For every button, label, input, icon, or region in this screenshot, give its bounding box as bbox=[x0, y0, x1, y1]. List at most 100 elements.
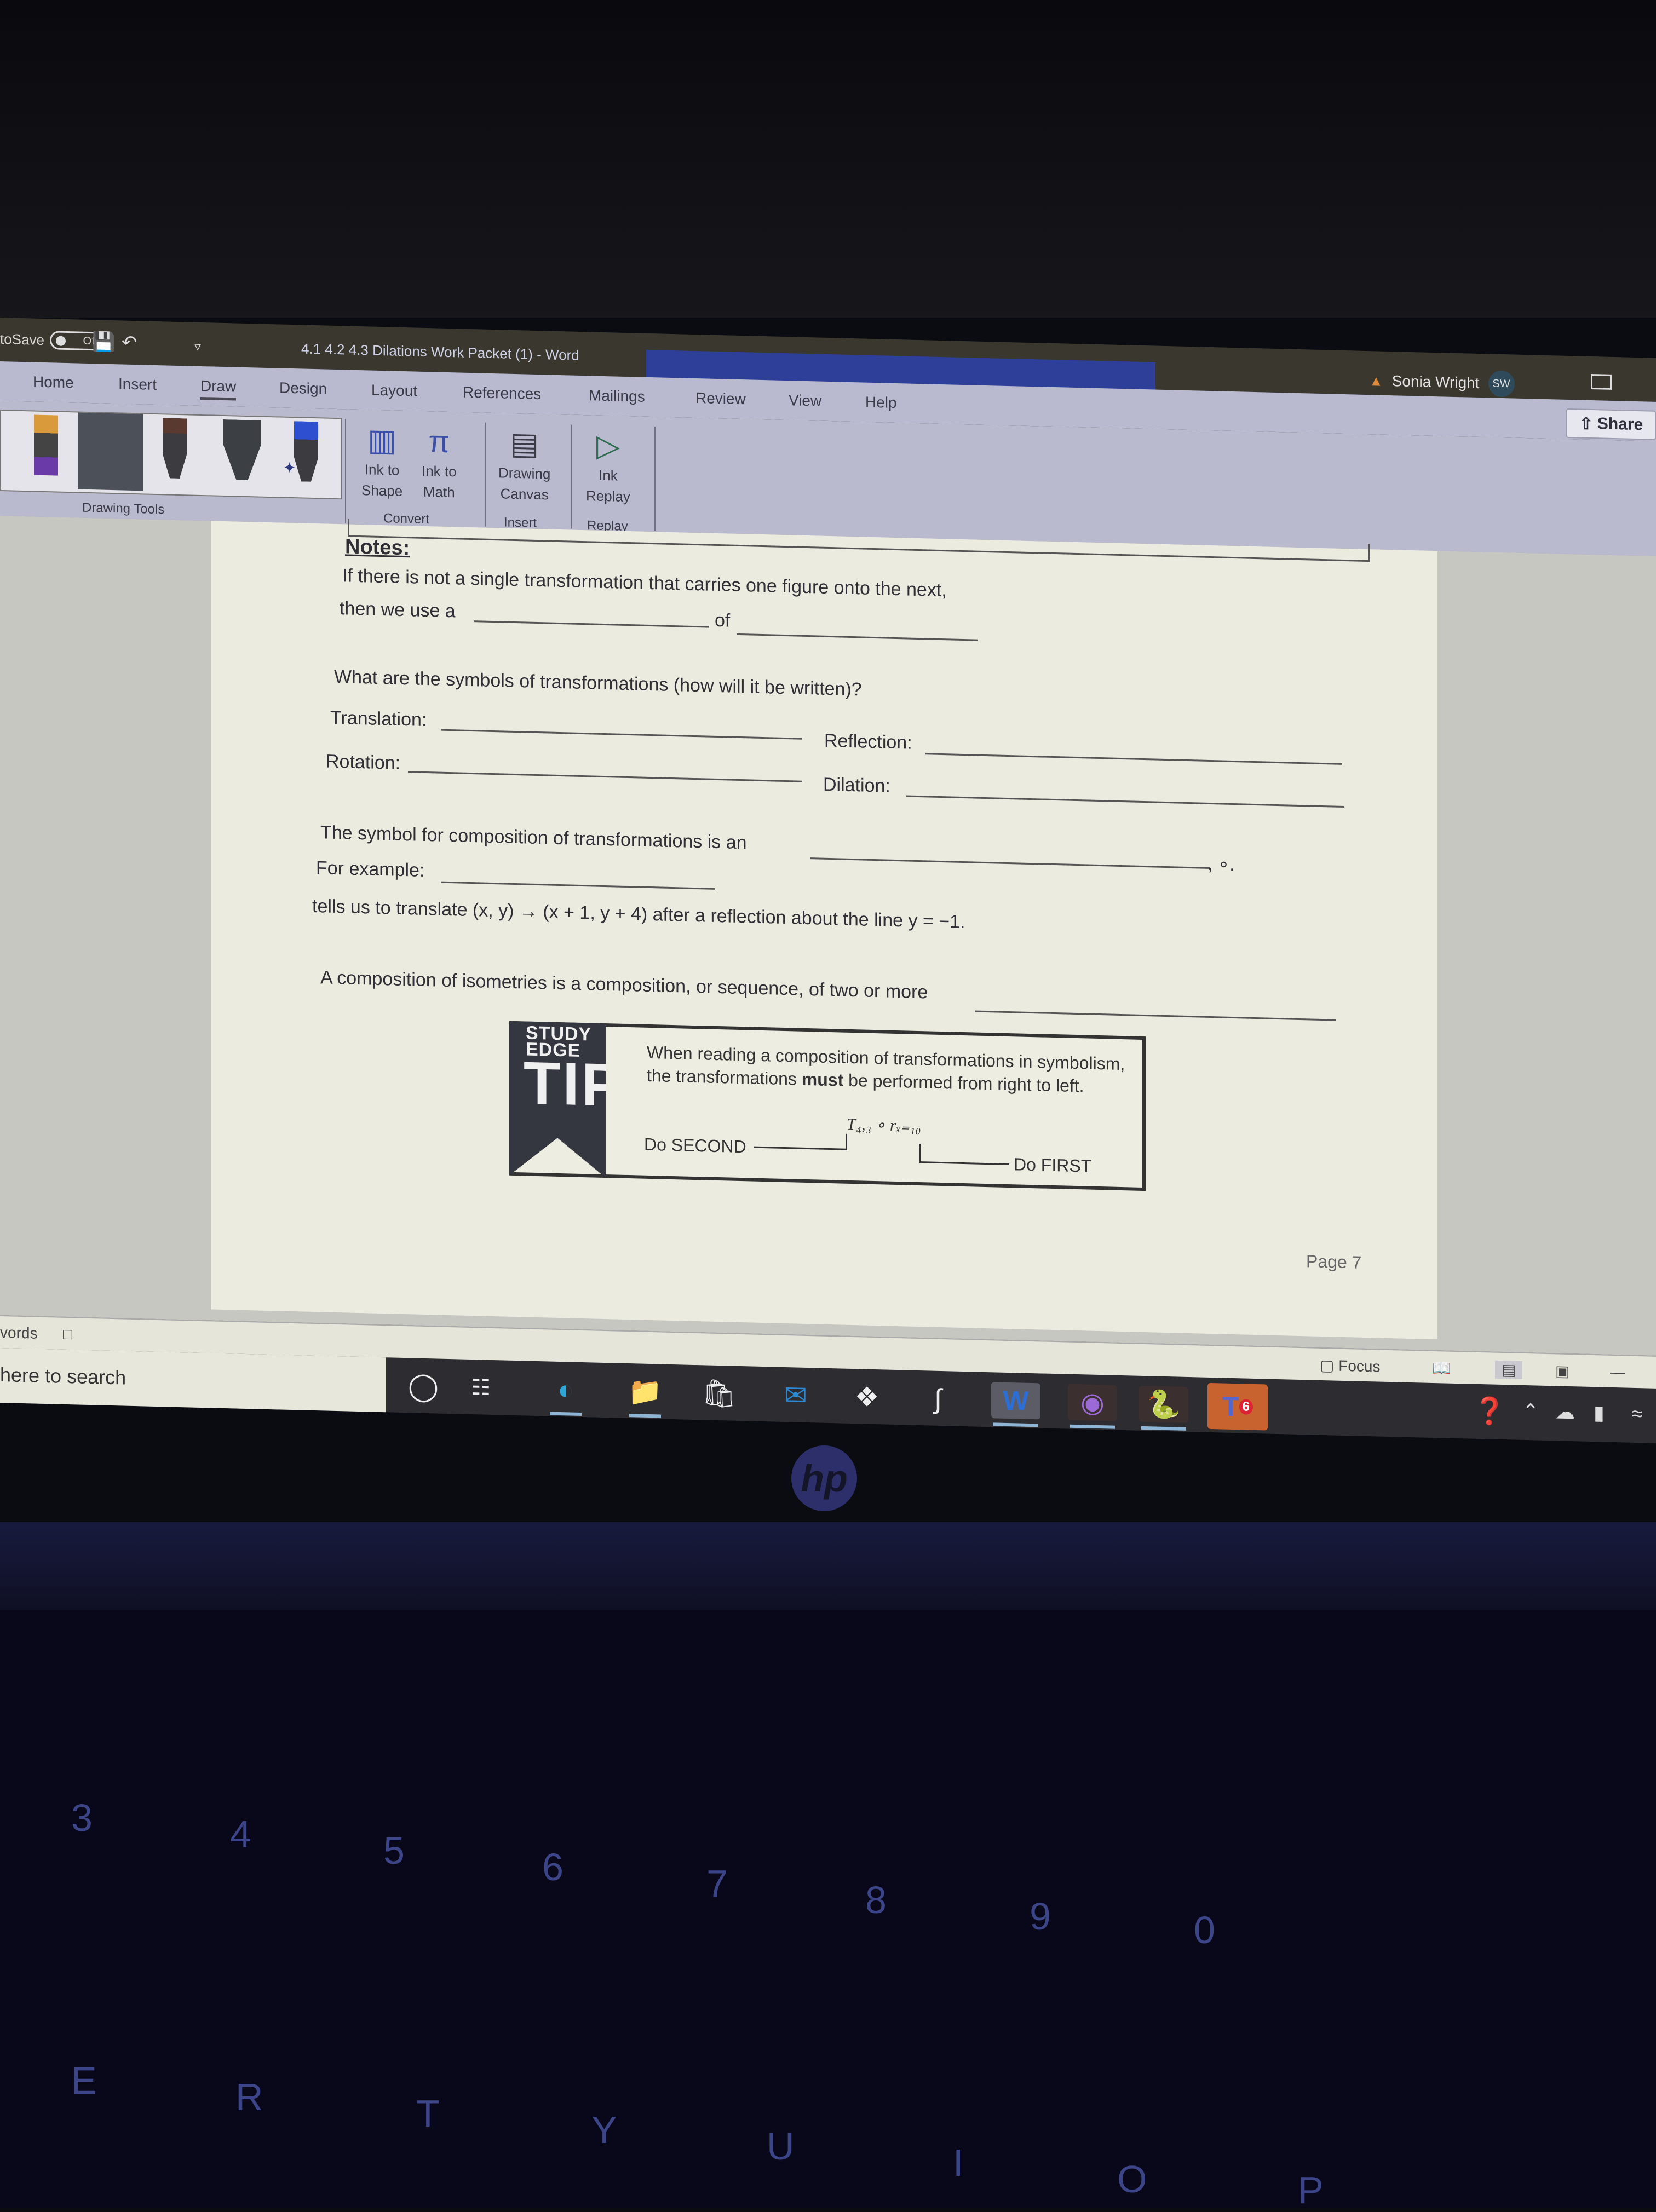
key[interactable]: E bbox=[71, 2059, 97, 2102]
key[interactable]: 5 bbox=[383, 1829, 405, 1873]
user-account[interactable]: ▲ Sonia Wright SW bbox=[1369, 367, 1515, 398]
laptop-hinge bbox=[0, 1522, 1656, 1610]
group-separator bbox=[571, 424, 572, 529]
blank-line[interactable] bbox=[474, 620, 709, 628]
key[interactable]: U bbox=[767, 2124, 795, 2168]
zoom-slider[interactable]: — bbox=[1610, 1363, 1625, 1381]
key[interactable]: 0 bbox=[1194, 1908, 1215, 1952]
word-count[interactable]: vords bbox=[0, 1324, 37, 1343]
group-separator bbox=[485, 422, 486, 527]
cortana-icon[interactable]: ◯ bbox=[405, 1368, 441, 1405]
button-label: Canvas bbox=[500, 485, 549, 503]
ink-replay-button[interactable]: ▷ Ink Replay bbox=[586, 426, 630, 507]
task-view-icon[interactable]: ☷ bbox=[463, 1369, 499, 1407]
pen-brown[interactable] bbox=[163, 418, 187, 479]
key[interactable]: I bbox=[953, 2141, 963, 2185]
teams-icon[interactable]: T6 bbox=[1208, 1382, 1268, 1431]
pencil-selected[interactable] bbox=[78, 412, 143, 491]
customize-toolbar-icon[interactable]: ▿ bbox=[194, 339, 201, 355]
edge-icon[interactable]: ◐ bbox=[548, 1371, 584, 1408]
tip-text: When reading a composition of transforma… bbox=[647, 1041, 1129, 1099]
proofing-icon[interactable]: □ bbox=[63, 1326, 72, 1343]
key[interactable]: R bbox=[235, 2075, 263, 2119]
key[interactable]: 9 bbox=[1030, 1894, 1051, 1938]
battery-icon[interactable]: ▮ bbox=[1594, 1401, 1605, 1424]
taskbar-search[interactable]: here to search bbox=[0, 1348, 386, 1413]
web-layout-icon[interactable]: ▣ bbox=[1555, 1362, 1569, 1380]
key[interactable]: 4 bbox=[230, 1812, 251, 1856]
blank-line[interactable] bbox=[737, 633, 978, 641]
key[interactable]: 7 bbox=[706, 1862, 728, 1905]
key[interactable]: Y bbox=[591, 2108, 617, 2152]
tab-insert[interactable]: Insert bbox=[118, 375, 157, 394]
tip-text-part: be performed from right to left. bbox=[843, 1070, 1084, 1096]
store-icon[interactable]: 🛍 bbox=[701, 1375, 737, 1412]
key[interactable]: 6 bbox=[542, 1845, 564, 1889]
share-button[interactable]: ⇧ Share bbox=[1566, 408, 1656, 440]
undo-icon[interactable]: ↶ bbox=[122, 331, 137, 354]
ribbon-display-options-icon[interactable] bbox=[1591, 373, 1612, 390]
document-page[interactable]: Notes: If there is not a single transfor… bbox=[211, 519, 1438, 1340]
save-icon[interactable]: 💾 bbox=[92, 331, 115, 353]
tab-view[interactable]: View bbox=[789, 391, 821, 410]
tab-home[interactable]: Home bbox=[33, 373, 74, 391]
wifi-icon[interactable]: ≈ bbox=[1632, 1402, 1643, 1425]
pen-black[interactable] bbox=[223, 419, 261, 481]
onedrive-icon[interactable]: ☁ bbox=[1555, 1400, 1575, 1424]
key[interactable]: 3 bbox=[71, 1796, 93, 1840]
key[interactable]: P bbox=[1298, 2168, 1324, 2212]
tab-help[interactable]: Help bbox=[865, 394, 897, 412]
pen-galaxy[interactable] bbox=[294, 421, 318, 482]
button-label: Shape bbox=[361, 482, 403, 499]
ink-to-shape-button[interactable]: ▥ Ink to Shape bbox=[361, 420, 403, 502]
key[interactable]: O bbox=[1117, 2157, 1147, 2201]
symbol-sentence-end: , ∘. bbox=[1208, 853, 1235, 875]
show-hidden-icons[interactable]: ⌃ bbox=[1522, 1399, 1539, 1423]
example-label: For example: bbox=[316, 857, 425, 881]
translation-label: Translation: bbox=[330, 707, 427, 731]
avatar[interactable]: SW bbox=[1488, 370, 1515, 398]
app-s-icon[interactable]: ∫ bbox=[920, 1380, 956, 1418]
tab-draw[interactable]: Draw bbox=[200, 377, 237, 401]
focus-mode-button[interactable]: ▢ Focus bbox=[1320, 1356, 1380, 1376]
dilation-label: Dilation: bbox=[823, 774, 890, 797]
group-separator bbox=[345, 419, 346, 523]
isometries-blank[interactable] bbox=[975, 1010, 1336, 1021]
help-icon[interactable]: ❓ bbox=[1473, 1395, 1506, 1427]
share-label: Share bbox=[1597, 414, 1643, 434]
tab-references[interactable]: References bbox=[463, 384, 541, 403]
key[interactable]: T bbox=[416, 2092, 440, 2135]
key[interactable]: 8 bbox=[865, 1878, 887, 1922]
tab-layout[interactable]: Layout bbox=[371, 382, 417, 400]
translation-blank[interactable] bbox=[441, 729, 802, 740]
document-area: Notes: If there is not a single transfor… bbox=[0, 516, 1656, 1356]
dilation-blank[interactable] bbox=[906, 795, 1344, 808]
read-mode-icon[interactable]: 📖 bbox=[1432, 1359, 1451, 1378]
highlighter-pen-1[interactable] bbox=[34, 414, 58, 476]
word-icon[interactable]: W bbox=[991, 1382, 1040, 1420]
tab-design[interactable]: Design bbox=[279, 379, 327, 398]
app-purple-icon[interactable]: ◉ bbox=[1068, 1384, 1117, 1421]
python-icon[interactable]: 🐍 bbox=[1139, 1385, 1188, 1424]
ink-to-math-button[interactable]: π Ink to Math bbox=[422, 422, 457, 503]
notes-line-1: If there is not a single transformation … bbox=[342, 565, 947, 601]
rotation-blank[interactable] bbox=[408, 771, 802, 782]
laptop-keyboard: 3 4 5 6 7 8 9 0 E R T Y U I O P bbox=[0, 1610, 1656, 2211]
arrow-connector bbox=[919, 1144, 921, 1163]
reflection-blank[interactable] bbox=[925, 753, 1342, 765]
symbol-blank[interactable] bbox=[810, 857, 1210, 869]
monitor-bezel bbox=[0, 0, 1656, 318]
drawing-canvas-button[interactable]: ▤ Drawing Canvas bbox=[498, 424, 550, 505]
tab-mailings[interactable]: Mailings bbox=[589, 387, 645, 406]
study-edge-tip-box: STUDY EDGE TIP When reading a composition… bbox=[509, 1021, 1146, 1191]
tab-review[interactable]: Review bbox=[695, 389, 746, 408]
example-blank[interactable] bbox=[441, 881, 715, 890]
autosave-control[interactable]: toSave Off bbox=[0, 330, 105, 351]
reflection-label: Reflection: bbox=[824, 730, 912, 753]
autosave-label: toSave bbox=[0, 330, 44, 348]
dropbox-icon[interactable]: ❖ bbox=[849, 1379, 885, 1416]
print-layout-icon[interactable]: ▤ bbox=[1495, 1360, 1523, 1379]
arrow-left-icon bbox=[754, 1146, 847, 1150]
mail-icon[interactable]: ✉ bbox=[778, 1377, 814, 1414]
file-explorer-icon[interactable]: 📁 bbox=[627, 1373, 663, 1410]
